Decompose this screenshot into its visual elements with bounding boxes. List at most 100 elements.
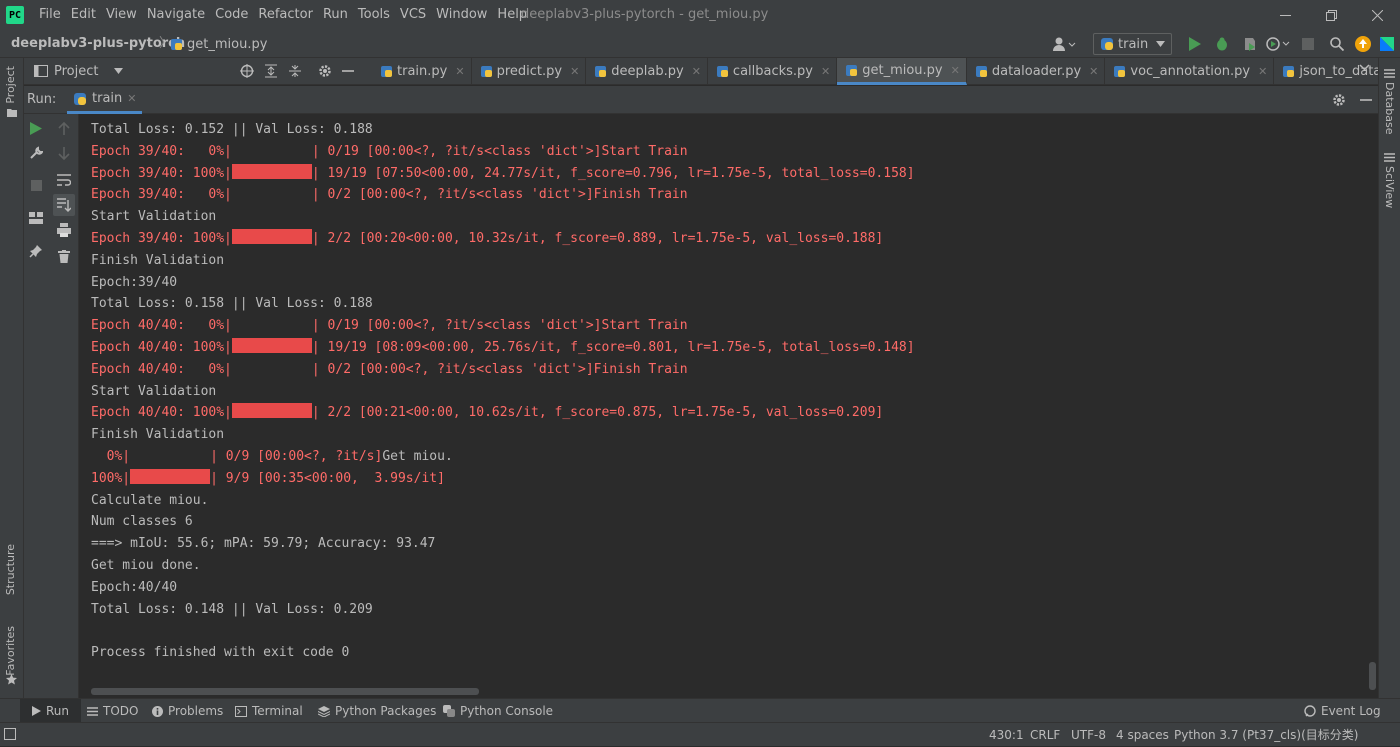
gear-icon[interactable] — [318, 64, 332, 78]
event-log-icon — [1304, 705, 1316, 717]
search-icon[interactable] — [1330, 37, 1344, 51]
tab-deeplab[interactable]: deeplab.py ✕ — [586, 58, 708, 85]
python-file-icon — [975, 65, 988, 78]
hide-panel-icon[interactable] — [342, 65, 354, 77]
horizontal-scrollbar[interactable] — [91, 688, 479, 695]
project-tool-button[interactable]: Project — [4, 66, 17, 104]
console-line: Epoch:40/40 — [91, 579, 178, 595]
layout-icon[interactable] — [27, 209, 45, 227]
chevron-down-icon[interactable] — [1359, 64, 1370, 71]
console-line-suffix: | 0/9 [00:00<?, ?it/s] — [210, 448, 383, 464]
menu-file[interactable]: File — [34, 0, 66, 30]
hide-panel-icon[interactable] — [1360, 94, 1372, 106]
tab-predict[interactable]: predict.py ✕ — [472, 58, 587, 85]
debug-icon[interactable] — [1215, 37, 1229, 51]
python-interpreter[interactable]: Python 3.7 (Pt37_cls)(目标分类) — [1174, 723, 1358, 747]
tab-dataloader[interactable]: dataloader.py ✕ — [967, 58, 1106, 85]
soft-wrap-icon[interactable] — [55, 171, 73, 189]
print-icon[interactable] — [55, 221, 73, 239]
restore-icon[interactable] — [1308, 0, 1354, 30]
menu-tools[interactable]: Tools — [353, 0, 395, 30]
info-icon — [152, 705, 163, 717]
close-tab-icon[interactable]: ✕ — [455, 65, 464, 78]
trash-icon[interactable] — [55, 247, 73, 265]
caret-position[interactable]: 430:1 — [989, 723, 1024, 747]
locate-icon[interactable] — [240, 64, 254, 78]
close-tab-icon[interactable]: ✕ — [1258, 65, 1267, 78]
python-file-icon — [1113, 65, 1126, 78]
panel-toggle-icon[interactable] — [4, 728, 16, 740]
menu-refactor[interactable]: Refactor — [253, 0, 318, 30]
console-line-prefix: Epoch 40/40: 100%| — [91, 405, 232, 421]
run-tab-train[interactable]: train ✕ — [67, 86, 143, 114]
project-window-icon — [34, 65, 48, 77]
gear-icon[interactable] — [1332, 93, 1346, 107]
breadcrumb-file[interactable]: get_miou.py — [170, 30, 267, 58]
menu-run[interactable]: Run — [318, 0, 353, 30]
vertical-scrollbar[interactable] — [1369, 662, 1376, 690]
file-encoding[interactable]: UTF-8 — [1071, 723, 1106, 747]
console-line-prefix: 0%| — [91, 448, 131, 464]
run-config-label: train — [1118, 36, 1149, 52]
wrench-icon[interactable] — [27, 144, 45, 162]
close-tab-icon[interactable]: ✕ — [127, 92, 136, 105]
tab-terminal[interactable]: Terminal — [235, 699, 303, 723]
tab-voc-annotation[interactable]: voc_annotation.py ✕ — [1105, 58, 1275, 85]
close-tab-icon[interactable]: ✕ — [821, 65, 830, 78]
close-tab-icon[interactable]: ✕ — [570, 65, 579, 78]
scroll-to-end-icon[interactable] — [53, 194, 75, 216]
pin-icon[interactable] — [27, 242, 45, 260]
indent-setting[interactable]: 4 spaces — [1116, 723, 1169, 747]
coverage-icon[interactable] — [1243, 37, 1257, 51]
event-log-button[interactable]: Event Log — [1304, 699, 1381, 723]
favorites-tool-button[interactable]: Favorites — [4, 626, 17, 676]
stop-icon[interactable] — [27, 176, 45, 194]
tab-callbacks[interactable]: callbacks.py ✕ — [708, 58, 838, 85]
up-arrow-icon[interactable] — [55, 119, 73, 137]
profile-icon[interactable] — [1266, 37, 1290, 51]
structure-tool-button[interactable]: Structure — [4, 544, 17, 595]
run-icon[interactable] — [1189, 37, 1201, 51]
close-tab-icon[interactable]: ✕ — [1089, 65, 1098, 78]
menu-vcs[interactable]: VCS — [395, 0, 431, 30]
rerun-icon[interactable] — [27, 119, 45, 137]
project-view-dropdown[interactable]: Project — [24, 58, 124, 84]
menu-view[interactable]: View — [101, 0, 142, 30]
database-tool-button[interactable]: Database — [1383, 82, 1396, 135]
menu-code[interactable]: Code — [210, 0, 253, 30]
progress-bar-full — [231, 163, 312, 179]
jetbrains-icon[interactable] — [1380, 37, 1394, 51]
close-icon[interactable] — [1354, 0, 1400, 30]
expand-all-icon[interactable] — [264, 64, 278, 78]
tab-label: get_miou.py — [862, 62, 943, 78]
tab-train[interactable]: train.py ✕ — [372, 58, 472, 85]
menu-window[interactable]: Window — [431, 0, 492, 30]
sciview-tool-button[interactable]: SciView — [1383, 166, 1396, 208]
tab-get-miou[interactable]: get_miou.py ✕ — [837, 58, 967, 85]
tab-python-packages[interactable]: Python Packages — [318, 699, 436, 723]
close-tab-icon[interactable]: ✕ — [692, 65, 701, 78]
tab-problems[interactable]: Problems — [152, 699, 223, 723]
python-run-icon — [73, 92, 87, 106]
menu-navigate[interactable]: Navigate — [142, 0, 210, 30]
console-line: Epoch 40/40: 0%| | 0/2 [00:00<?, ?it/s<cl… — [91, 359, 915, 381]
user-icon[interactable] — [1051, 36, 1077, 52]
update-icon[interactable] — [1355, 36, 1371, 52]
run-config-dropdown[interactable]: train — [1093, 33, 1172, 55]
collapse-all-icon[interactable] — [288, 64, 302, 78]
menu-edit[interactable]: Edit — [66, 0, 101, 30]
tab-run[interactable]: Run — [20, 699, 82, 723]
down-arrow-icon[interactable] — [55, 144, 73, 162]
minimize-icon[interactable] — [1262, 0, 1308, 30]
console-line: Epoch:39/40 — [91, 274, 178, 290]
console-line: Epoch 39/40: 100%| | 2/2 [00:20<00:00, 10… — [91, 228, 915, 250]
tab-python-packages-label: Python Packages — [335, 704, 437, 718]
line-separator[interactable]: CRLF — [1030, 723, 1060, 747]
tab-todo[interactable]: TODO — [87, 699, 138, 723]
run-console[interactable]: Total Loss: 0.152 || Val Loss: 0.188 Epoc… — [80, 114, 1378, 698]
stop-icon[interactable] — [1302, 38, 1314, 50]
close-tab-icon[interactable]: ✕ — [951, 64, 960, 77]
tab-python-console[interactable]: Python Console — [443, 699, 553, 723]
python-file-icon — [845, 64, 858, 77]
